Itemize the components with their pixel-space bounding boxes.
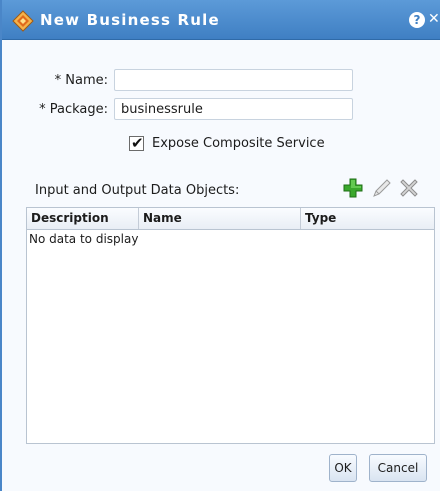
name-label: * Name: <box>54 73 108 88</box>
package-field[interactable] <box>114 98 353 120</box>
add-icon[interactable] <box>342 177 364 199</box>
column-name[interactable]: Name <box>139 208 301 229</box>
name-field[interactable] <box>114 69 353 91</box>
new-business-rule-dialog: New Business Rule ? ✕ * Name: * Package:… <box>0 0 440 491</box>
edit-icon[interactable] <box>371 177 393 199</box>
empty-table-message: No data to display <box>29 232 139 246</box>
column-description[interactable]: Description <box>27 208 139 229</box>
close-icon[interactable]: ✕ <box>428 10 440 28</box>
check-icon: ✔ <box>131 134 144 152</box>
column-type[interactable]: Type <box>301 208 434 229</box>
dialog-title: New Business Rule <box>40 11 220 29</box>
table-header: Description Name Type <box>27 208 434 230</box>
data-objects-table[interactable]: Description Name Type No data to display <box>26 207 435 444</box>
data-objects-label: Input and Output Data Objects: <box>35 183 240 198</box>
delete-icon[interactable] <box>398 177 420 199</box>
help-icon[interactable]: ? <box>409 12 425 28</box>
business-rule-icon <box>12 10 34 32</box>
expose-composite-service-label: Expose Composite Service <box>152 136 325 151</box>
package-label: * Package: <box>39 102 108 117</box>
ok-button[interactable]: OK <box>329 454 357 482</box>
cancel-button[interactable]: Cancel <box>369 454 427 482</box>
expose-composite-service-checkbox[interactable]: ✔ <box>129 134 144 152</box>
dialog-titlebar[interactable]: New Business Rule ? ✕ <box>2 0 440 40</box>
